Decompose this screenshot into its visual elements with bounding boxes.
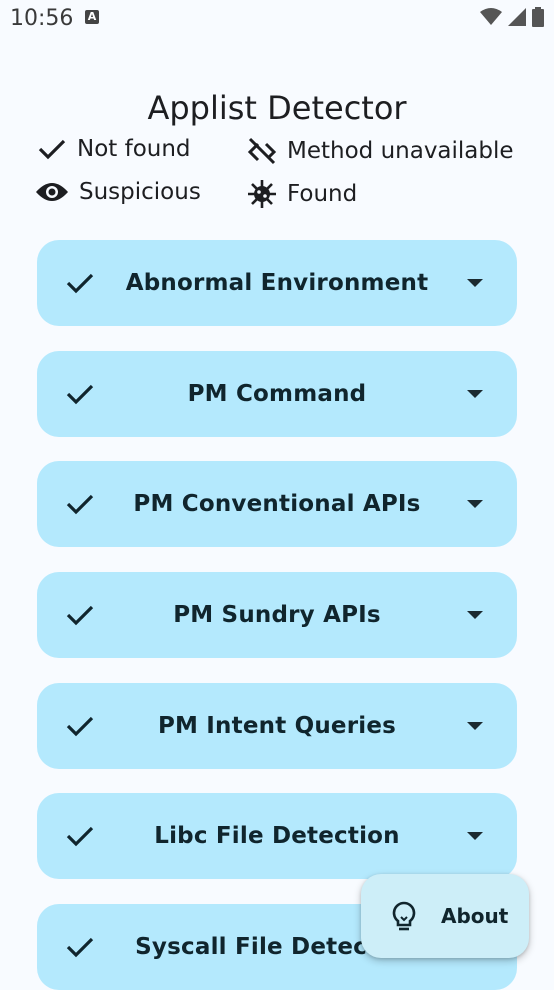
card-title: PM Command — [187, 381, 367, 407]
card-title: Abnormal Environment — [125, 270, 429, 296]
card-pm-intent-queries[interactable]: PM Intent Queries — [37, 683, 517, 769]
card-title: PM Sundry APIs — [173, 602, 381, 628]
card-abnormal-environment[interactable]: Abnormal Environment — [37, 240, 517, 326]
status-time: 10:56 — [10, 6, 74, 31]
code-off-icon — [247, 137, 277, 165]
chevron-down-icon[interactable] — [467, 390, 483, 398]
about-button[interactable]: About — [361, 874, 529, 958]
battery-icon — [532, 7, 544, 27]
wifi-icon — [480, 8, 502, 25]
lightbulb-icon — [392, 901, 416, 931]
eye-icon — [36, 183, 68, 201]
chevron-down-icon[interactable] — [467, 500, 483, 508]
status-icons — [480, 7, 544, 27]
chevron-down-icon[interactable] — [467, 722, 483, 730]
legend-label: Not found — [77, 136, 191, 162]
about-label: About — [441, 904, 509, 928]
chevron-down-icon[interactable] — [467, 611, 483, 619]
check-icon — [38, 139, 66, 160]
legend-suspicious: Suspicious — [35, 179, 201, 205]
page-title: Applist Detector — [147, 89, 407, 128]
legend-label: Found — [287, 181, 358, 207]
a-icon: A — [85, 10, 99, 24]
chevron-down-icon[interactable] — [467, 832, 483, 840]
card-title: PM Intent Queries — [157, 713, 397, 739]
card-pm-command[interactable]: PM Command — [37, 351, 517, 437]
legend-label: Suspicious — [79, 179, 201, 205]
virus-icon — [248, 180, 276, 208]
legend-method-unavailable: Method unavailable — [247, 136, 514, 166]
card-title: Libc File Detection — [154, 823, 400, 849]
legend-label: Method unavailable — [287, 138, 514, 164]
card-pm-conventional-apis[interactable]: PM Conventional APIs — [37, 461, 517, 547]
legend-not-found: Not found — [37, 136, 191, 162]
card-pm-sundry-apis[interactable]: PM Sundry APIs — [37, 572, 517, 658]
status-bar: 10:56 A — [0, 0, 554, 38]
legend-found: Found — [247, 179, 357, 209]
signal-icon — [508, 8, 526, 26]
chevron-down-icon[interactable] — [467, 279, 483, 287]
card-title: PM Conventional APIs — [133, 491, 421, 517]
card-libc-file-detection[interactable]: Libc File Detection — [37, 793, 517, 879]
